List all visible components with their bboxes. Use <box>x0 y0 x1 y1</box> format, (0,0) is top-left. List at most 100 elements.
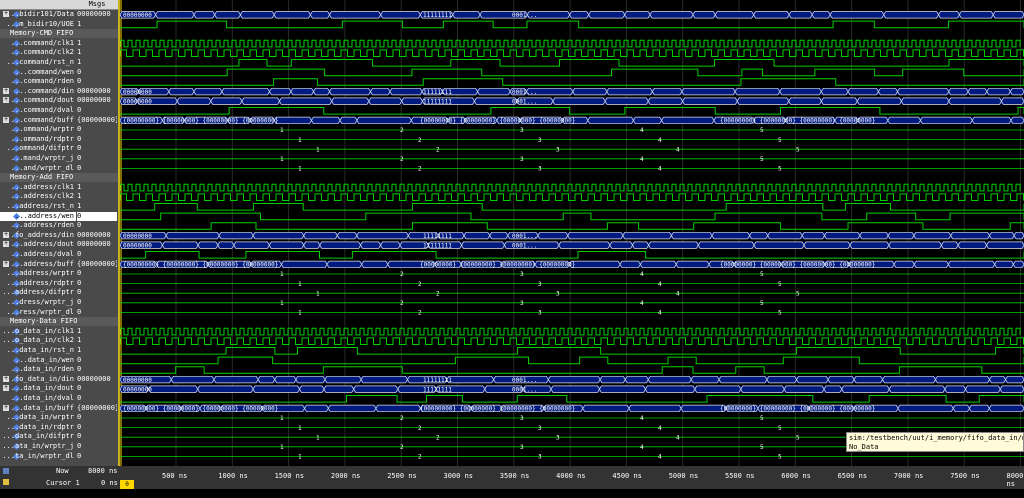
pointer-value-label: 2 <box>400 156 404 163</box>
pointer-value-label: 2 <box>418 281 422 288</box>
timeline-tick-label: 8000 ns <box>1007 472 1024 488</box>
signal-row[interactable]: ...command/clk2 <box>0 48 76 57</box>
signal-value: 0 <box>77 365 117 374</box>
signal-name: ...address/clk1 <box>11 183 74 192</box>
timeline-tick-label: 7000 ns <box>894 472 924 480</box>
bus-value-label: {00000000} {00000000} {00000000} {000000… <box>420 118 575 125</box>
bit-wave <box>120 252 1024 259</box>
signal-row[interactable]: ...data_in/wrptr <box>0 413 76 422</box>
cursor-icon[interactable] <box>3 479 9 485</box>
expand-icon[interactable]: + <box>3 117 9 123</box>
signal-row[interactable]: ...address/wrptr <box>0 269 76 278</box>
msgs-column-header[interactable]: Msgs <box>76 0 118 10</box>
bit-wave <box>120 396 1024 403</box>
signal-row[interactable]: ...ommand/rdptr <box>0 135 76 144</box>
signal-name: ...command/rden <box>11 77 74 86</box>
signal-row[interactable]: ...address/rdptr <box>0 279 76 288</box>
signal-value: 0 <box>77 164 117 173</box>
signal-value: 00000000 <box>77 375 117 384</box>
signal-row[interactable]: ...data_in/rst_n <box>0 346 76 355</box>
signal-row[interactable]: ...command/rst_n <box>0 58 76 67</box>
expand-icon[interactable]: + <box>3 241 9 247</box>
group-header[interactable]: Memory-Add FIFO <box>0 173 118 182</box>
signal-row[interactable]: +...fo_address/din <box>0 231 76 240</box>
bus-value-label: 00000000 <box>123 233 152 240</box>
signal-row[interactable]: ...data_in/dval <box>0 394 76 403</box>
now-value: 8000 ns <box>88 467 118 475</box>
signal-row[interactable]: ...and/wrptr_dl <box>0 164 76 173</box>
clock-wave <box>120 338 1024 345</box>
signal-name: ...data_in/rden <box>11 365 74 374</box>
expand-icon[interactable]: + <box>3 261 9 267</box>
expand-icon[interactable]: + <box>3 97 9 103</box>
signal-row[interactable]: ...data_in/difptr <box>0 432 76 441</box>
name-column-header[interactable] <box>0 0 76 10</box>
signal-row[interactable]: ...data_in/rdptr <box>0 423 76 432</box>
signal-row[interactable]: ...ommand/wrptr <box>0 125 76 134</box>
signal-row[interactable]: ...address/rst_n <box>0 202 76 211</box>
signal-row[interactable]: +...address/buff <box>0 260 76 269</box>
bus-wave <box>120 242 1024 249</box>
group-header[interactable]: Memory-Data FIFO <box>0 317 118 326</box>
signal-row[interactable]: +...command/din <box>0 87 76 96</box>
expand-icon[interactable]: + <box>3 405 9 411</box>
signal-row[interactable]: +...command/dout <box>0 96 76 105</box>
signal-value: 0 <box>77 442 117 451</box>
expand-icon[interactable]: + <box>3 88 9 94</box>
signal-row[interactable]: +...command/buff <box>0 116 76 125</box>
signal-row[interactable]: ...ommand/difptr <box>0 144 76 153</box>
pointer-value-label: 5 <box>760 127 764 134</box>
pointer-value-label: 5 <box>778 310 782 317</box>
signal-row[interactable]: +...fo_data_in/din <box>0 375 76 384</box>
signal-row[interactable]: ...ta_in/wrptr_dl <box>0 452 76 461</box>
signal-row[interactable]: ...address/dval <box>0 250 76 259</box>
signal-row[interactable]: +...data_in/dout <box>0 384 76 393</box>
signal-row[interactable]: ...command/clk1 <box>0 39 76 48</box>
signal-row[interactable]: ...command/rden <box>0 77 76 86</box>
signal-row[interactable]: ...address/wen <box>0 212 76 221</box>
signal-value: 00000000 <box>77 231 117 240</box>
signal-value: 0 <box>77 221 117 230</box>
pointer-value-label: 4 <box>640 300 644 307</box>
signal-name: ...m_bidir10/UOE <box>7 20 74 29</box>
signal-row[interactable]: ...command/dval <box>0 106 76 115</box>
signal-row[interactable]: ...data_in/wen <box>0 356 76 365</box>
signal-name: ...address/buff <box>11 260 74 269</box>
signal-value: 0 <box>77 106 117 115</box>
pointer-value-label: 4 <box>676 146 680 153</box>
signal-row[interactable]: ...o_data_in/clk1 <box>0 327 76 336</box>
signal-row[interactable]: +...bidir101/Data <box>0 10 76 19</box>
waveform-canvas[interactable]: 00000000111111110001...00000000111111110… <box>120 0 1024 466</box>
bus-value-label: 11111111 <box>423 98 452 105</box>
signal-row[interactable]: ...mand/wrptr_j <box>0 154 76 163</box>
signal-row[interactable]: ...m_bidir10/UOE <box>0 20 76 29</box>
signal-row[interactable]: ...ata_in/wrptr_j <box>0 442 76 451</box>
signal-name: ...address/rdptr <box>7 279 74 288</box>
now-icon <box>3 468 9 474</box>
signal-value: 0 <box>77 125 117 134</box>
pointer-value-label: 3 <box>520 271 524 278</box>
signal-row[interactable]: +...address/dout <box>0 240 76 249</box>
signal-row[interactable]: ...command/wen <box>0 68 76 77</box>
signal-value: 1 <box>77 192 117 201</box>
signal-row[interactable]: ...address/clk2 <box>0 192 76 201</box>
bus-value-label: 11111111 <box>423 233 452 240</box>
bus-value-label: 0001... <box>512 233 537 240</box>
signal-row[interactable]: ...ress/wrptr_dl <box>0 308 76 317</box>
cursor-label[interactable]: Cursor 1 <box>46 479 80 487</box>
signal-row[interactable]: ...data_in/rden <box>0 365 76 374</box>
expand-icon[interactable]: + <box>3 385 9 391</box>
timeline-tick-label: 4500 ns <box>612 472 642 480</box>
pointer-value-label: 4 <box>658 281 662 288</box>
bus-value-label: 00000000 <box>123 12 152 19</box>
signal-row[interactable]: ...address/clk1 <box>0 183 76 192</box>
bus-value-label: {00000000} {00000000} {00000000} {000000… <box>420 406 575 413</box>
signal-row[interactable]: ...address/difptr <box>0 288 76 297</box>
bit-wave <box>120 223 1024 230</box>
signal-row[interactable]: ...o_data_in/clk2 <box>0 336 76 345</box>
group-header[interactable]: Memory-CMD FIFO <box>0 29 118 38</box>
signal-row[interactable]: ...address/rden <box>0 221 76 230</box>
signal-row[interactable]: ...dress/wrptr_j <box>0 298 76 307</box>
signal-row[interactable]: +...data_in/buff <box>0 404 76 413</box>
cursor-time-box[interactable]: 0 ns <box>120 480 134 489</box>
